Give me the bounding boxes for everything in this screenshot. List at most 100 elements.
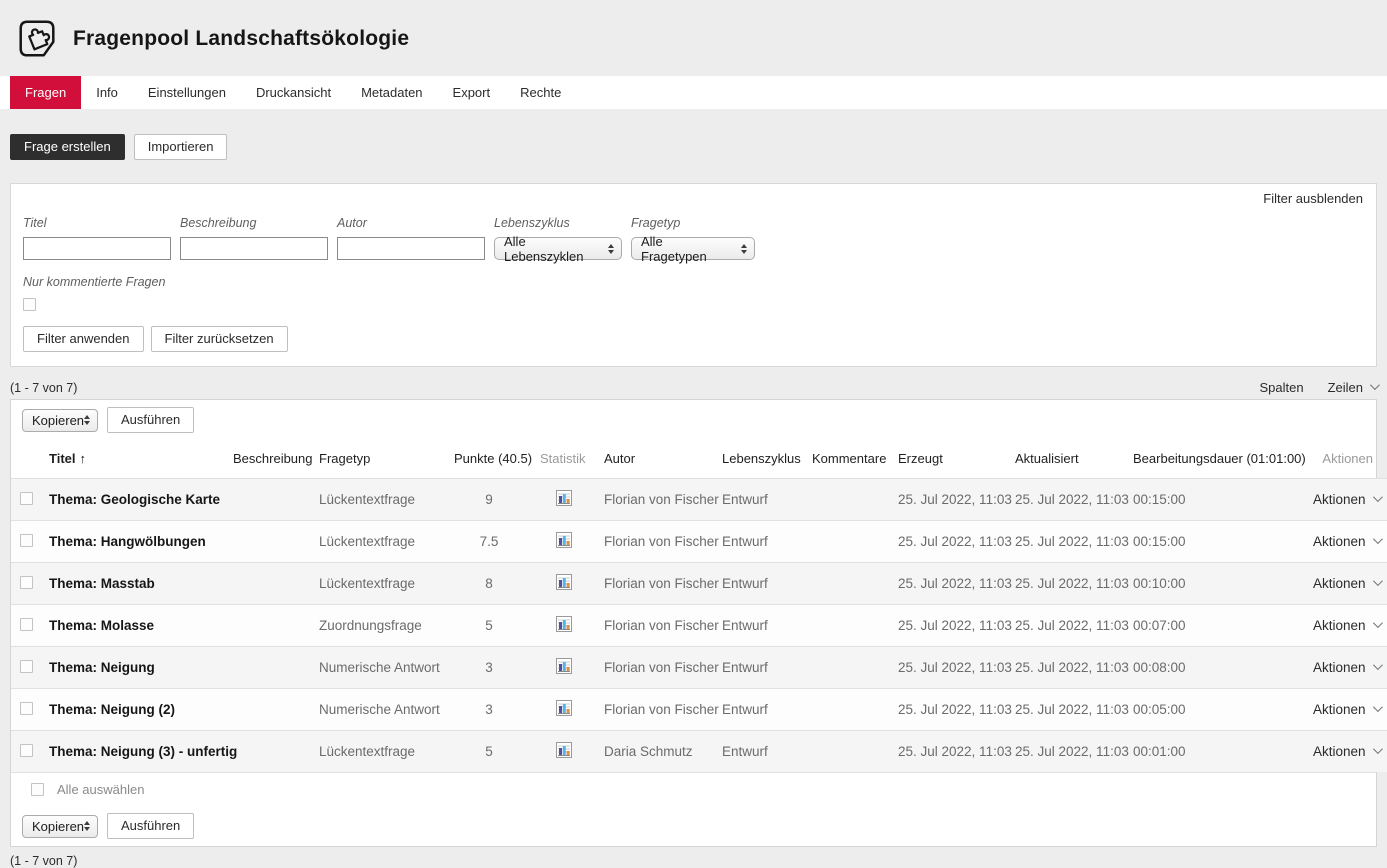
tab-metadaten[interactable]: Metadaten <box>346 76 437 109</box>
reset-filter-button[interactable]: Filter zurücksetzen <box>151 326 288 352</box>
question-title-link[interactable]: Thema: Molasse <box>41 605 225 647</box>
row-actions-dropdown[interactable]: Aktionen <box>1313 492 1380 507</box>
column-header-aktualisiert[interactable]: Aktualisiert <box>1007 440 1125 479</box>
column-header-kommentare[interactable]: Kommentare <box>804 440 890 479</box>
questiontype-select[interactable]: Alle Fragetypen <box>631 237 755 260</box>
sort-ascending-icon: ↑ <box>80 451 87 466</box>
select-arrows-icon <box>741 244 747 254</box>
filter-panel: Filter ausblenden Titel Beschreibung Aut… <box>10 183 1377 367</box>
execute-button-bottom[interactable]: Ausführen <box>107 813 194 839</box>
table-row: Thema: Molasse Zuordnungsfrage 5 Florian… <box>11 605 1387 647</box>
question-title-link[interactable]: Thema: Neigung (2) <box>41 689 225 731</box>
row-actions-dropdown[interactable]: Aktionen <box>1313 618 1380 633</box>
create-question-button[interactable]: Frage erstellen <box>10 134 125 160</box>
rows-selector-link[interactable]: Zeilen <box>1328 380 1377 395</box>
row-actions-dropdown[interactable]: Aktionen <box>1313 576 1380 591</box>
column-header-beschreibung[interactable]: Beschreibung <box>225 440 311 479</box>
toolbar: Frage erstellen Importieren <box>10 134 1387 160</box>
questiontype-filter-label: Fragetyp <box>631 216 755 230</box>
statistics-icon[interactable] <box>556 490 572 509</box>
apply-filter-button[interactable]: Filter anwenden <box>23 326 144 352</box>
commented-filter-label: Nur kommentierte Fragen <box>23 275 1362 289</box>
table-row: Thema: Masstab Lückentextfrage 8 Florian… <box>11 563 1387 605</box>
table-row: Thema: Neigung (2) Numerische Antwort 3 … <box>11 689 1387 731</box>
execute-button-top[interactable]: Ausführen <box>107 407 194 433</box>
row-actions-dropdown[interactable]: Aktionen <box>1313 744 1380 759</box>
column-header-lebenszyklus[interactable]: Lebenszyklus <box>714 440 804 479</box>
chevron-down-icon <box>1370 380 1380 390</box>
columns-selector-link[interactable]: Spalten <box>1259 380 1303 395</box>
tab-bar: Fragen Info Einstellungen Druckansicht M… <box>0 76 1387 109</box>
table-meta-row: (1 - 7 von 7) Spalten Zeilen <box>10 380 1377 395</box>
chevron-down-icon <box>1373 702 1383 712</box>
column-header-titel[interactable]: Titel↑ <box>41 440 225 479</box>
chevron-down-icon <box>1373 492 1383 502</box>
page-title: Fragenpool Landschaftsökologie <box>73 27 409 51</box>
result-range-top: (1 - 7 von 7) <box>10 381 77 395</box>
tab-druckansicht[interactable]: Druckansicht <box>241 76 346 109</box>
table-row: Thema: Neigung (3) - unfertig Lückentext… <box>11 731 1387 773</box>
select-arrows-icon <box>608 244 614 254</box>
question-pool-icon <box>14 16 60 62</box>
statistics-icon[interactable] <box>556 658 572 677</box>
question-title-link[interactable]: Thema: Masstab <box>41 563 225 605</box>
tab-einstellungen[interactable]: Einstellungen <box>133 76 241 109</box>
row-checkbox[interactable] <box>20 618 33 631</box>
filter-fields: Titel Beschreibung Autor Lebenszyklus Al… <box>23 216 1362 260</box>
table-row: Thema: Hangwölbungen Lückentextfrage 7.5… <box>11 521 1387 563</box>
question-title-link[interactable]: Thema: Neigung (3) - unfertig <box>41 731 225 773</box>
column-header-fragetyp[interactable]: Fragetyp <box>311 440 446 479</box>
title-filter-input[interactable] <box>23 237 171 260</box>
tab-export[interactable]: Export <box>438 76 506 109</box>
row-actions-dropdown[interactable]: Aktionen <box>1313 534 1380 549</box>
statistics-icon[interactable] <box>556 574 572 593</box>
tab-rechte[interactable]: Rechte <box>505 76 576 109</box>
author-filter-input[interactable] <box>337 237 485 260</box>
column-header-bearbeitungsdauer[interactable]: Bearbeitungsdauer (01:01:00) <box>1125 440 1305 479</box>
statistics-icon[interactable] <box>556 532 572 551</box>
row-checkbox[interactable] <box>20 534 33 547</box>
filter-field-questiontype: Fragetyp Alle Fragetypen <box>631 216 755 260</box>
filter-buttons: Filter anwenden Filter zurücksetzen <box>23 326 1362 352</box>
hide-filter-link[interactable]: Filter ausblenden <box>1263 191 1363 206</box>
select-arrows-icon <box>84 821 90 831</box>
filter-field-lifecycle: Lebenszyklus Alle Lebenszyklen <box>494 216 622 260</box>
select-arrows-icon <box>84 415 90 425</box>
header-checkbox-spacer <box>11 440 41 479</box>
tab-fragen[interactable]: Fragen <box>10 76 81 109</box>
table-header-row: Titel↑ Beschreibung Fragetyp Punkte (40.… <box>11 440 1387 479</box>
column-header-erzeugt[interactable]: Erzeugt <box>890 440 1007 479</box>
lifecycle-select[interactable]: Alle Lebenszyklen <box>494 237 622 260</box>
row-checkbox[interactable] <box>20 660 33 673</box>
select-all-checkbox[interactable] <box>31 783 44 796</box>
question-title-link[interactable]: Thema: Geologische Karte <box>41 479 225 521</box>
row-checkbox[interactable] <box>20 744 33 757</box>
commented-filter-checkbox[interactable] <box>23 298 36 311</box>
import-button[interactable]: Importieren <box>134 134 228 160</box>
row-actions-dropdown[interactable]: Aktionen <box>1313 702 1380 717</box>
lifecycle-select-value: Alle Lebenszyklen <box>504 234 597 264</box>
question-title-link[interactable]: Thema: Neigung <box>41 647 225 689</box>
row-checkbox[interactable] <box>20 702 33 715</box>
bulk-action-select-top[interactable]: Kopieren <box>22 409 98 432</box>
chevron-down-icon <box>1373 744 1383 754</box>
statistics-icon[interactable] <box>556 742 572 761</box>
select-all-label: Alle auswählen <box>57 782 144 797</box>
row-actions-dropdown[interactable]: Aktionen <box>1313 660 1380 675</box>
statistics-icon[interactable] <box>556 616 572 635</box>
filter-field-title: Titel <box>23 216 171 260</box>
author-filter-label: Autor <box>337 216 485 230</box>
description-filter-label: Beschreibung <box>180 216 328 230</box>
row-checkbox[interactable] <box>20 492 33 505</box>
bulk-action-select-bottom[interactable]: Kopieren <box>22 815 98 838</box>
description-filter-input[interactable] <box>180 237 328 260</box>
column-header-autor[interactable]: Autor <box>596 440 714 479</box>
tab-info[interactable]: Info <box>81 76 133 109</box>
statistics-icon[interactable] <box>556 700 572 719</box>
title-filter-label: Titel <box>23 216 171 230</box>
column-header-statistik: Statistik <box>532 440 596 479</box>
row-checkbox[interactable] <box>20 576 33 589</box>
question-title-link[interactable]: Thema: Hangwölbungen <box>41 521 225 563</box>
chevron-down-icon <box>1373 618 1383 628</box>
column-header-punkte[interactable]: Punkte (40.5) <box>446 440 532 479</box>
